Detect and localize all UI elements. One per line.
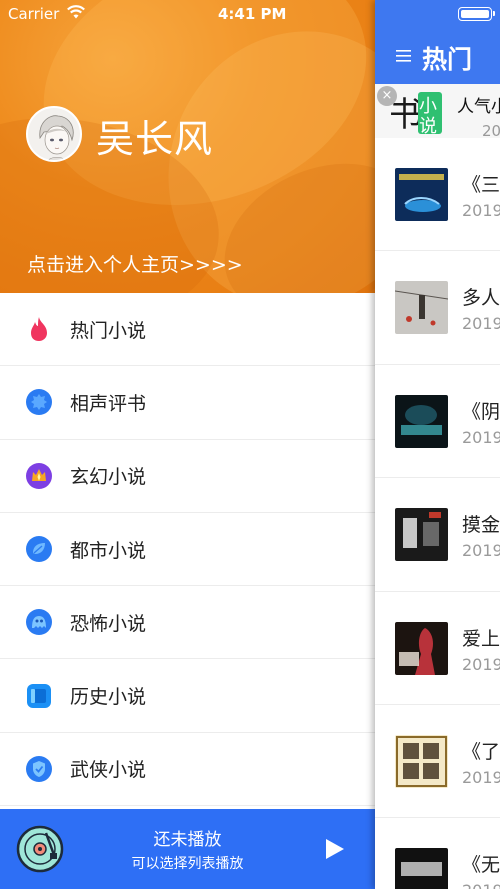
- book-title: 《三: [462, 174, 500, 196]
- book-cover-icon: [395, 848, 448, 889]
- menu-item-hot-novels[interactable]: 热门小说: [0, 293, 375, 367]
- list-item[interactable]: 爱上 2019: [375, 592, 500, 705]
- leaf-icon: [26, 536, 52, 563]
- menu-item-urban[interactable]: 都市小说: [0, 513, 375, 587]
- profile-header[interactable]: 吴长风 点击进入个人主页>>>>: [0, 0, 375, 293]
- book-cover-icon: [395, 621, 448, 675]
- menu-item-label: 相声评书: [70, 392, 147, 415]
- ad-title: 人气小: [457, 97, 500, 117]
- battery-icon: [458, 7, 495, 21]
- book-cover-icon: [395, 394, 448, 448]
- book-title: 多人: [462, 287, 500, 310]
- book-date: 2019: [462, 314, 500, 334]
- player-subtitle: 可以选择列表播放: [131, 856, 244, 872]
- book-list: 《三 2019 多人 2019 《阴 2019 摸金 2019 爱上 2019 …: [375, 138, 500, 889]
- play-icon[interactable]: [325, 838, 345, 860]
- menu-item-label: 玄幻小说: [70, 466, 147, 489]
- main-panel: 热门 书 小 说 × 人气小 2019新 《三: [375, 0, 500, 889]
- menu-item-history[interactable]: 历史小说: [0, 659, 375, 733]
- book-cover-icon: [395, 281, 448, 335]
- mini-player[interactable]: 还未播放 可以选择列表播放: [0, 809, 375, 889]
- list-item[interactable]: 《三 2019: [375, 138, 500, 252]
- page-title: 热门: [422, 45, 473, 74]
- book-date: 2019: [462, 767, 500, 787]
- crown-icon: [26, 462, 52, 489]
- book-title: 爱上: [462, 627, 500, 650]
- book-title: 摸金: [462, 514, 500, 537]
- cog-badge-icon: [26, 389, 52, 416]
- menu-item-label: 都市小说: [70, 539, 147, 562]
- player-title: 还未播放: [153, 830, 222, 850]
- menu-item-label: 历史小说: [70, 686, 147, 709]
- book-cover-icon: [395, 734, 448, 788]
- app-root: Carrier 4:41 PM 吴长风 点击进入个人主页>>>> 热门小说 相声…: [0, 0, 500, 889]
- list-item[interactable]: 多人 2019: [375, 251, 500, 365]
- list-item[interactable]: 《了 2019: [375, 705, 500, 819]
- book-cover-icon: [395, 508, 448, 562]
- menu-item-label: 热门小说: [70, 319, 147, 342]
- menu-item-fantasy[interactable]: 玄幻小说: [0, 440, 375, 513]
- book-date: 2019: [462, 881, 500, 889]
- menu-icon[interactable]: [396, 50, 411, 62]
- wifi-icon: [67, 5, 85, 19]
- menu-item-label: 恐怖小说: [70, 612, 147, 635]
- category-menu: 热门小说 相声评书 玄幻小说 都市小说 恐怖小说 历史小说 武侠小说: [0, 293, 375, 807]
- clock: 4:41 PM: [218, 5, 287, 23]
- menu-item-label: 武侠小说: [70, 759, 147, 782]
- status-bar: Carrier 4:41 PM: [0, 0, 500, 28]
- ad-close-button[interactable]: ×: [377, 86, 397, 106]
- book-icon: [27, 683, 51, 708]
- svg-text:说: 说: [419, 116, 437, 136]
- ad-logo-icon: 书 小 说: [389, 88, 443, 136]
- book-date: 2019: [462, 427, 500, 447]
- menu-item-crosstalk[interactable]: 相声评书: [0, 366, 375, 440]
- ghost-icon: [26, 609, 52, 636]
- menu-item-martial-arts[interactable]: 武侠小说: [0, 733, 375, 807]
- svg-text:小: 小: [419, 96, 437, 117]
- side-drawer: 吴长风 点击进入个人主页>>>> 热门小说 相声评书 玄幻小说 都市小说 恐怖小…: [0, 0, 375, 889]
- book-title: 《了: [462, 740, 500, 763]
- username: 吴长风: [96, 117, 214, 161]
- flame-icon: [31, 317, 47, 342]
- book-title: 《阴: [462, 400, 500, 423]
- book-date: 2019: [462, 654, 500, 674]
- profile-home-link[interactable]: 点击进入个人主页>>>>: [27, 250, 243, 277]
- book-date: 2019: [462, 541, 500, 561]
- book-date: 2019: [462, 201, 500, 220]
- list-item[interactable]: 摸金 2019: [375, 478, 500, 592]
- carrier-label: Carrier: [8, 5, 60, 23]
- menu-item-horror[interactable]: 恐怖小说: [0, 586, 375, 660]
- book-cover-icon: [395, 168, 448, 221]
- book-title: 《无: [462, 854, 500, 877]
- list-item[interactable]: 《阴 2019: [375, 365, 500, 479]
- list-item[interactable]: 《无 2019: [375, 818, 500, 889]
- avatar[interactable]: [26, 106, 82, 162]
- shield-icon: [26, 755, 52, 782]
- ad-banner[interactable]: 书 小 说 × 人气小 2019新: [375, 84, 500, 140]
